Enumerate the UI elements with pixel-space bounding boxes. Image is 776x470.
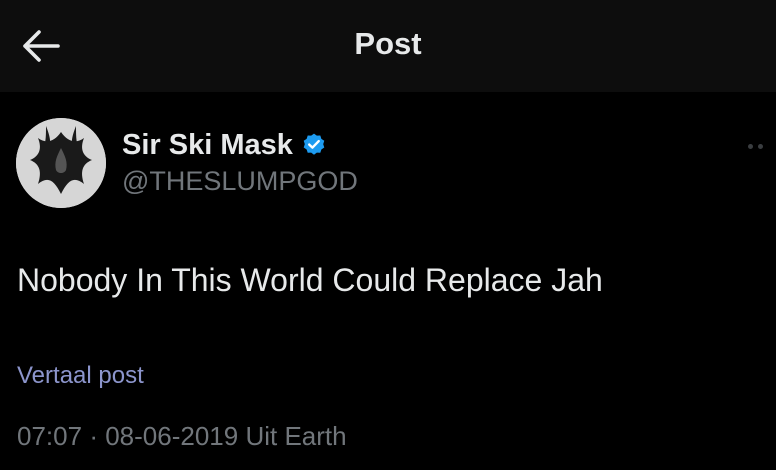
top-bar: Post [0, 0, 776, 92]
post-date: 08-06-2019 [105, 421, 239, 451]
avatar[interactable] [16, 118, 106, 208]
post-time: 07:07 [17, 421, 83, 451]
post-text: Nobody In This World Could Replace Jah [17, 262, 603, 298]
more-dots-icon [748, 143, 753, 149]
author-display-name[interactable]: Sir Ski Mask [122, 129, 293, 162]
meta-separator: · [89, 421, 98, 451]
avatar-image [16, 118, 106, 208]
more-dot [758, 143, 763, 149]
author-handle[interactable]: @THESLUMPGOD [122, 166, 358, 197]
page-title: Post [354, 26, 422, 61]
post-metadata: 07:07 · 08-06-2019 Uit Earth [17, 421, 347, 452]
author-name-row: Sir Ski Mask [122, 127, 327, 163]
post-source: Uit Earth [245, 421, 347, 451]
more-options-button[interactable] [748, 134, 776, 158]
verified-badge-icon [303, 133, 325, 155]
translate-post-link[interactable]: Vertaal post [17, 362, 144, 390]
